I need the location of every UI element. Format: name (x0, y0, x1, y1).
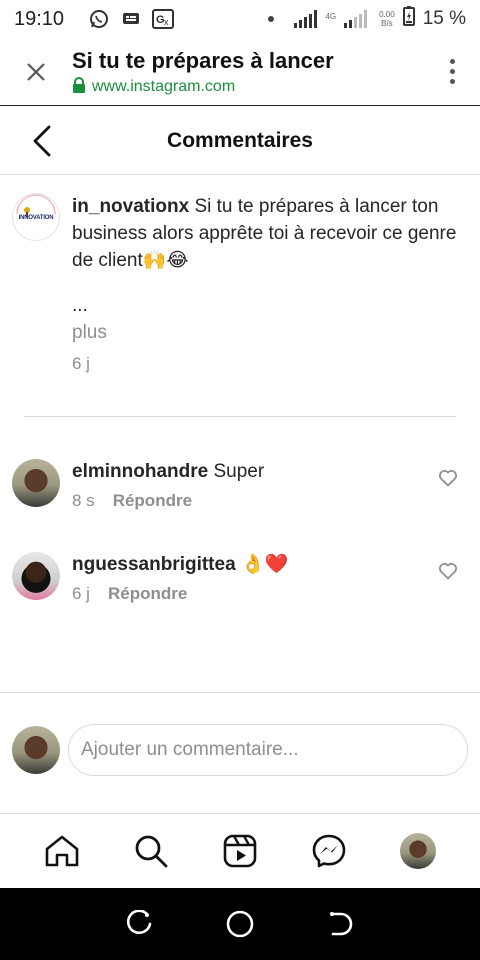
avatar (12, 726, 60, 774)
battery-percent: 15 % (422, 8, 466, 29)
home-button-icon[interactable] (220, 904, 260, 944)
back-icon[interactable] (321, 904, 361, 944)
messenger-icon[interactable] (305, 827, 353, 875)
comment-username[interactable]: elminnohandre (72, 461, 208, 482)
browser-toolbar: Si tu te prépares à lancer www.instagram… (0, 38, 480, 106)
comment-item: elminnohandre Super 8 s Répondre (12, 459, 468, 511)
profile-tab[interactable] (394, 827, 442, 875)
lock-icon (72, 76, 86, 98)
caption-time: 6 j (72, 354, 90, 373)
network-speed: 0.00 B/s (379, 10, 395, 28)
message-icon (120, 10, 142, 28)
svg-text:x: x (164, 17, 169, 27)
dot-indicator-icon (268, 16, 275, 22)
recent-apps-icon[interactable] (119, 904, 159, 944)
comment-username[interactable]: nguessanbrigittea (72, 554, 236, 575)
network-speed-value: 0.00 (379, 10, 395, 19)
system-navigation-bar (0, 888, 480, 960)
whatsapp-icon (88, 10, 110, 28)
search-icon[interactable] (127, 827, 175, 875)
caption-more-link[interactable]: plus (72, 319, 460, 346)
close-icon[interactable] (0, 38, 72, 106)
comment-time: 6 j (72, 584, 90, 603)
page-title: Commentaires (167, 128, 313, 152)
signal-strength-icon (294, 10, 318, 28)
comment-item: nguessanbrigittea 👌❤️ 6 j Répondre (12, 552, 468, 604)
comment-input[interactable] (81, 739, 455, 761)
comment-text: elminnohandre Super (72, 459, 438, 485)
comment-meta: 6 j Répondre (72, 584, 438, 604)
comment-content: 👌❤️ (240, 554, 289, 575)
comment-time: 8 s (72, 491, 95, 510)
avatar[interactable] (12, 459, 60, 507)
comment-meta: 8 s Répondre (72, 491, 438, 511)
caption-body: in_novationx Si tu te prépares à lancer … (72, 193, 460, 374)
comment-body: nguessanbrigittea 👌❤️ 6 j Répondre (72, 552, 438, 604)
post-caption: INNOVATION in_novationx Si tu te prépare… (12, 193, 468, 374)
divider (0, 692, 480, 693)
caption-username[interactable]: in_novationx (72, 196, 189, 217)
browser-title-block: Si tu te prépares à lancer www.instagram… (72, 46, 424, 98)
translate-icon: Gx (152, 9, 175, 29)
kebab-menu-icon[interactable] (424, 38, 480, 106)
logo-text: INNOVATION (18, 215, 54, 221)
battery-icon (402, 6, 415, 32)
heart-outline-icon[interactable] (438, 469, 460, 491)
comment-text: nguessanbrigittea 👌❤️ (72, 552, 438, 578)
reply-button[interactable]: Répondre (113, 491, 192, 511)
avatar (399, 833, 436, 869)
caption-ellipsis: ... (72, 295, 88, 316)
reply-button[interactable]: Répondre (108, 584, 187, 604)
caption-more-block: ... plus (72, 292, 460, 346)
network-type-label: 4G (325, 12, 337, 21)
avatar[interactable]: INNOVATION (12, 193, 60, 241)
bottom-tab-bar (0, 813, 480, 888)
heart-outline-icon[interactable] (438, 562, 460, 584)
browser-page-title: Si tu te prépares à lancer (72, 47, 334, 73)
reels-icon[interactable] (216, 827, 264, 875)
browser-url-row: www.instagram.com (72, 76, 424, 98)
avatar[interactable] (12, 552, 60, 600)
status-bar: 19:10 Gx 4G 0.00 B/s 15 % (0, 0, 480, 38)
caption-text: in_novationx Si tu te prépares à lancer … (72, 193, 460, 274)
comment-content: Super (213, 461, 265, 482)
comment-input-wrapper[interactable] (68, 724, 468, 776)
page-header: Commentaires (0, 107, 480, 175)
comment-body: elminnohandre Super 8 s Répondre (72, 459, 438, 511)
network-speed-unit: B/s (381, 19, 393, 28)
add-comment-bar (12, 724, 468, 776)
chevron-left-icon[interactable] (22, 121, 62, 161)
status-time: 19:10 (14, 7, 65, 30)
divider (24, 416, 456, 417)
browser-url: www.instagram.com (92, 78, 236, 95)
signal-strength-secondary-icon (344, 10, 368, 28)
home-icon[interactable] (38, 827, 86, 875)
